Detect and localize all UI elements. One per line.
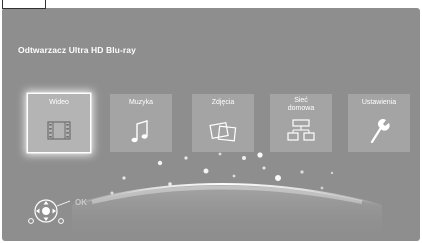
ok-label: OK [75,198,87,207]
top-box [2,0,46,9]
remote-dpad-icon [28,199,71,224]
main-screen: Odtwarzacz Ultra HD Blu-ray Wideo Muzyka… [2,8,420,241]
